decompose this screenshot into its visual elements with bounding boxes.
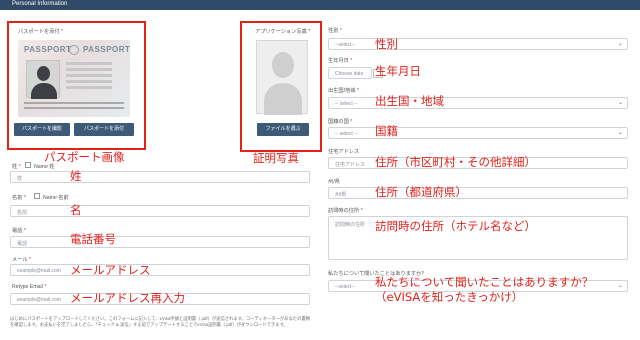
state-input[interactable]: 州/県 [328,187,628,199]
phone-input[interactable]: 電話 [10,236,310,248]
visit-address-label: 訪問時の住所 * [328,208,363,214]
retype-email-annotation: メールアドレス再入力 [70,291,185,305]
passport-title-left: PASSPORT [24,45,72,54]
dob-label: 生年月日 * [328,58,353,64]
attach-passport-button[interactable]: パスポートを添付 [74,123,134,136]
email-input[interactable]: example@mail.com [10,264,310,276]
passport-portrait-icon [26,60,60,99]
surname-label: 姓 * [12,164,21,170]
passport-emblem-icon [69,45,79,55]
gender-label: 性別 * [328,28,342,34]
gender-select[interactable]: --select-- ⌄ [328,38,628,50]
passport-info-lines [66,62,124,92]
retype-email-label: Retype Email * [12,284,47,290]
given-name-annotation: 名 [70,203,82,217]
heard-annotation-sub: （eVISAを知ったきっかけ） [375,290,524,304]
take-passport-button[interactable]: パスポートを撮影 [14,123,70,136]
passport-annotation: パスポート画像 [44,150,125,164]
photo-placeholder-icon [256,40,308,115]
birth-country-select[interactable]: -- select -- ⌄ [328,97,628,109]
section-title: Personal Information [12,1,68,7]
no-given-name-checkbox[interactable] [34,193,40,199]
address-annotation: 住所（市区町村・その他詳細） [375,155,536,169]
no-surname-label: Name 姓 [34,164,55,170]
no-given-name-label: Name 名前 [43,195,69,201]
gender-annotation: 性別 [375,37,398,51]
passport-mrz-lines [24,102,124,112]
surname-input[interactable]: 姓 [10,171,310,183]
surname-annotation: 姓 [70,169,82,183]
passport-label: パスポートを添付 * [18,29,63,35]
email-label: メール * [12,257,32,263]
section-header: Personal Information [0,0,640,10]
photo-label: アプリケーション写真 * [255,29,311,35]
nationality-annotation: 国籍 [375,124,398,138]
state-annotation: 住所（都道府県） [375,185,467,199]
given-name-label: 名前 * [12,195,26,201]
dob-annotation: 生年月日 [375,64,421,78]
birth-country-annotation: 出生国・地域 [375,94,444,108]
dob-input[interactable]: Choose date [328,67,383,79]
photo-annotation: 証明写真 [253,151,299,165]
email-annotation: メールアドレス [70,263,151,277]
address-label: 住宅アドレス [328,149,360,155]
nationality-select[interactable]: -- select -- ⌄ [328,127,628,139]
footer-note: はじめにパスポートをアップロードしてください。このフォームに記入して、eVisa… [10,316,310,327]
heard-annotation: 私たちについて聞いたことはありますか？ [375,275,594,289]
no-surname-checkbox[interactable] [25,162,31,168]
birth-country-label: 出生国/地域 * [328,88,359,94]
passport-title-right: PASSPORT [83,45,130,54]
phone-label: 電話 * [12,228,26,234]
state-label: 州/県 [328,179,340,185]
nationality-label: 国籍の国 * [328,119,353,125]
choose-file-button[interactable]: ファイルを選ぶ [257,123,309,136]
passport-sample-image: PASSPORT PASSPORT [18,40,130,117]
phone-annotation: 電話番号 [70,232,116,246]
visit-address-annotation: 訪問時の住所（ホテル名など） [375,219,536,233]
given-name-input[interactable]: 名前 [10,205,310,217]
